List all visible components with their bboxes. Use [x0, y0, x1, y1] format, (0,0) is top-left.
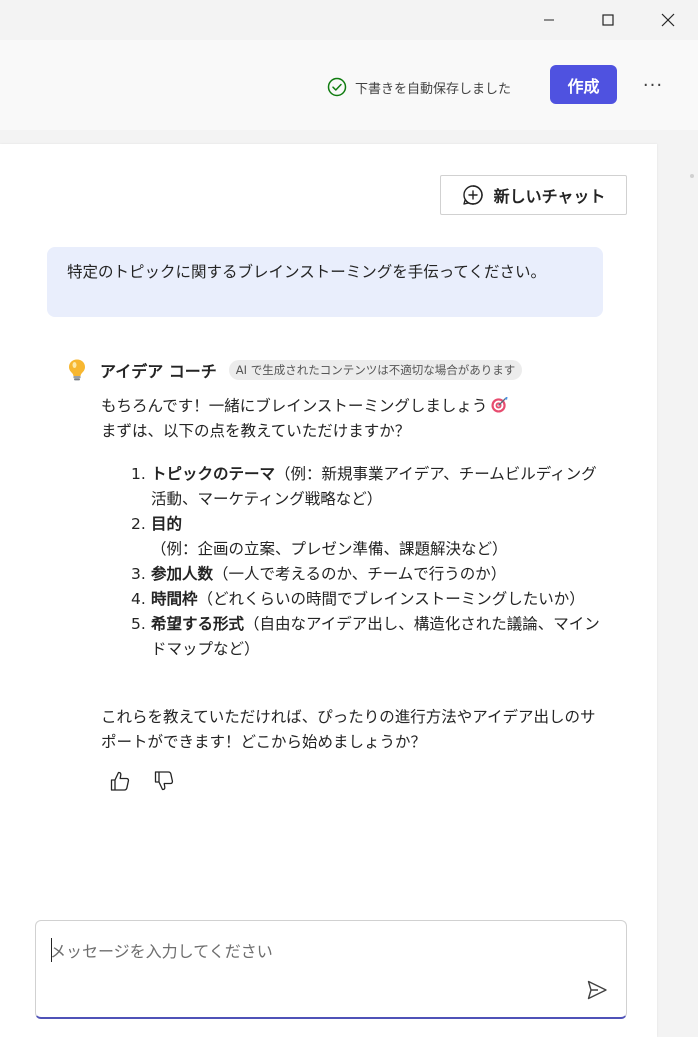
- topic-questions-list: 1. トピックのテーマ（例：新規事業アイデア、チームビルディング活動、マーケティ…: [101, 462, 601, 662]
- send-icon: [587, 980, 607, 1000]
- thumbs-down-icon[interactable]: [152, 769, 176, 793]
- list-item: 4. 時間枠（どれくらいの時間でブレインストーミングしたいか）: [131, 590, 585, 608]
- list-item: 3. 参加人数（一人で考えるのか、チームで行うのか）: [131, 565, 507, 583]
- new-chat-label: 新しいチャット: [493, 189, 606, 206]
- right-gutter: [657, 144, 698, 1037]
- target-icon: [491, 396, 508, 413]
- maximize-icon: [602, 14, 614, 26]
- message-input[interactable]: [50, 939, 570, 963]
- user-message-bubble: 特定のトピックに関するブレインストーミングを手伝ってください。: [47, 247, 603, 317]
- create-button[interactable]: 作成: [550, 65, 617, 104]
- scroll-indicator: [690, 174, 694, 178]
- close-window-button[interactable]: [645, 0, 691, 40]
- chat-panel: 新しいチャット 特定のトピックに関するブレインストーミングを手伝ってください。 …: [0, 144, 657, 1037]
- intro-line-1: もちろんです！一緒にブレインストーミングしましょう: [101, 397, 488, 415]
- assistant-name: アイデア コーチ: [100, 362, 217, 381]
- new-chat-button[interactable]: 新しいチャット: [440, 175, 627, 215]
- assistant-closing: これらを教えていただければ、ぴったりの進行方法やアイデア出しのサポートができます…: [101, 708, 596, 751]
- intro-line-2: まずは、以下の点を教えていただけますか？: [101, 422, 411, 440]
- new-chat-icon: [462, 185, 483, 205]
- close-icon: [661, 13, 675, 27]
- autosave-status: 下書きを自動保存しました: [327, 76, 511, 98]
- minimize-icon: [544, 19, 554, 21]
- feedback-controls: [108, 768, 176, 794]
- title-bar: [0, 0, 698, 40]
- ai-disclaimer-badge: AI で生成されたコンテンツは不適切な場合があります: [228, 360, 523, 380]
- top-toolbar: 下書きを自動保存しました 作成 ···: [0, 40, 698, 130]
- send-button[interactable]: [584, 977, 610, 1003]
- assistant-intro: もちろんです！一緒にブレインストーミングしましょう まずは、以下の点を教えていた…: [101, 394, 601, 444]
- list-item: 1. トピックのテーマ（例：新規事業アイデア、チームビルディング活動、マーケティ…: [131, 465, 597, 508]
- minimize-button[interactable]: [526, 0, 572, 40]
- lightbulb-icon: [69, 359, 85, 381]
- thumbs-up-icon[interactable]: [108, 769, 132, 793]
- list-item: 5. 希望する形式（自由なアイデア出し、構造化された議論、マインドマップなど）: [131, 615, 600, 658]
- assistant-header: アイデア コーチ AI で生成されたコンテンツは不適切な場合があります: [66, 357, 523, 383]
- message-composer: [35, 920, 627, 1019]
- maximize-button[interactable]: [585, 0, 631, 40]
- more-icon: ···: [642, 74, 664, 96]
- check-circle-icon: [327, 77, 347, 97]
- list-item: 2. 目的 （例：企画の立案、プレゼン準備、課題解決など）: [131, 515, 508, 558]
- more-options-button[interactable]: ···: [638, 71, 668, 99]
- user-message-text: 特定のトピックに関するブレインストーミングを手伝ってください。: [67, 263, 546, 281]
- autosave-text: 下書きを自動保存しました: [355, 81, 512, 97]
